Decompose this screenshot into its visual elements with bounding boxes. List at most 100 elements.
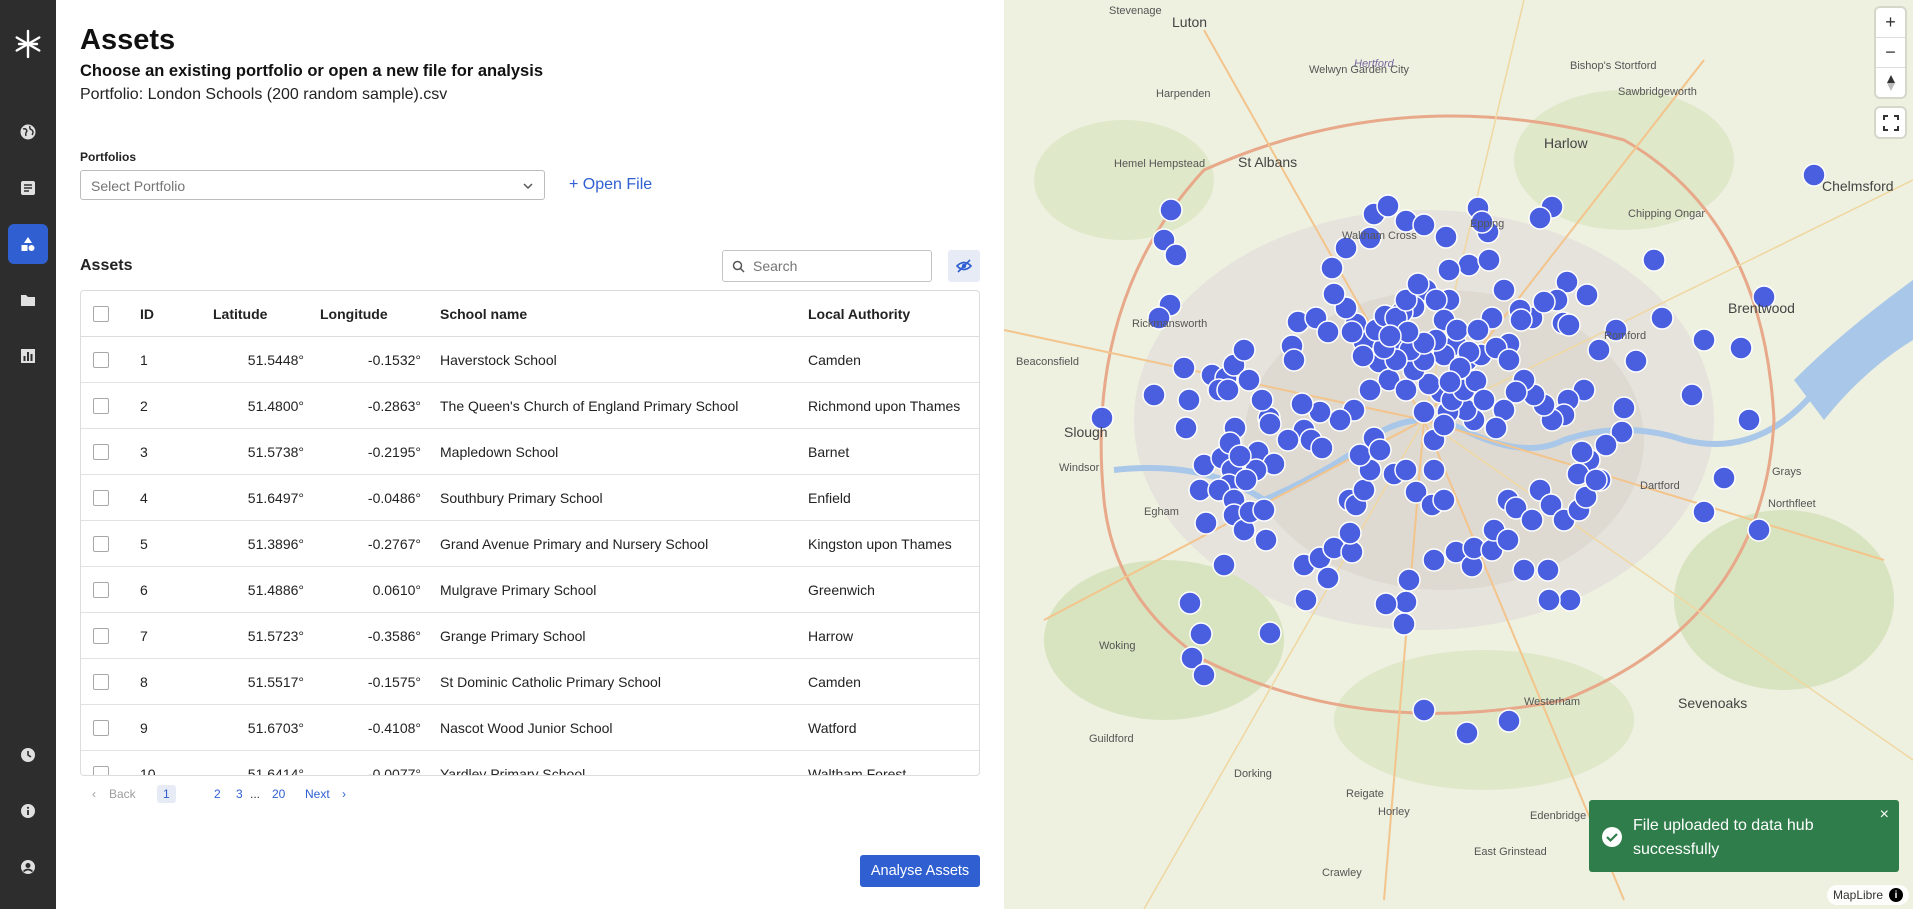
asset-marker[interactable] <box>1254 528 1278 552</box>
asset-marker[interactable] <box>1250 388 1274 412</box>
asset-marker[interactable] <box>1737 408 1761 432</box>
asset-marker[interactable] <box>1192 663 1216 687</box>
asset-marker[interactable] <box>1509 308 1533 332</box>
asset-marker[interactable] <box>1575 283 1599 307</box>
table-row[interactable]: 8 51.5517° -0.1575° St Dominic Catholic Pri… <box>81 658 979 705</box>
table-row[interactable]: 7 51.5723° -0.3586° Grange Primary School Ha… <box>81 612 979 659</box>
fullscreen-button[interactable] <box>1876 108 1905 137</box>
sidebar-item-folder[interactable] <box>8 280 48 320</box>
sidebar-item-analytics[interactable] <box>8 336 48 376</box>
asset-marker[interactable] <box>1455 721 1479 745</box>
asset-marker[interactable] <box>1432 488 1456 512</box>
open-file-link[interactable]: + Open File <box>569 176 652 194</box>
asset-marker[interactable] <box>1594 433 1618 457</box>
asset-marker[interactable] <box>1212 553 1236 577</box>
asset-marker[interactable] <box>1252 498 1276 522</box>
asset-marker[interactable] <box>1457 253 1481 277</box>
asset-marker[interactable] <box>1258 621 1282 645</box>
asset-marker[interactable] <box>1258 412 1282 436</box>
asset-marker[interactable] <box>1194 511 1218 535</box>
asset-marker[interactable] <box>1484 416 1508 440</box>
column-header-local-authority[interactable]: Local Authority <box>807 291 979 337</box>
row-checkbox[interactable] <box>93 444 109 461</box>
asset-marker[interactable] <box>1374 592 1398 616</box>
table-row[interactable]: 10 51.6414° -0.0077° Yardley Primary School… <box>81 751 979 775</box>
asset-marker[interactable] <box>1558 588 1582 612</box>
page-2[interactable]: 2 <box>214 787 221 801</box>
column-header-longitude[interactable]: Longitude <box>304 291 421 337</box>
asset-marker[interactable] <box>1394 378 1418 402</box>
asset-marker[interactable] <box>1712 466 1736 490</box>
asset-marker[interactable] <box>1532 290 1556 314</box>
asset-marker[interactable] <box>1228 444 1252 468</box>
sidebar-item-documents[interactable] <box>8 168 48 208</box>
row-checkbox[interactable] <box>93 766 109 775</box>
asset-marker[interactable] <box>1528 206 1552 230</box>
zoom-in-button[interactable]: + <box>1876 8 1905 38</box>
row-checkbox[interactable] <box>93 720 109 737</box>
asset-marker[interactable] <box>1492 278 1516 302</box>
asset-marker[interactable] <box>1352 478 1376 502</box>
table-row[interactable]: 4 51.6497° -0.0486° Southbury Primary Schoo… <box>81 474 979 521</box>
asset-marker[interactable] <box>1612 396 1636 420</box>
asset-marker[interactable] <box>1178 591 1202 615</box>
asset-marker[interactable] <box>1340 320 1364 344</box>
asset-marker[interactable] <box>1536 558 1560 582</box>
asset-marker[interactable] <box>1557 313 1581 337</box>
asset-marker[interactable] <box>1424 288 1448 312</box>
app-logo-icon[interactable] <box>13 29 43 59</box>
column-header-id[interactable]: ID <box>139 291 213 337</box>
sidebar-item-assets[interactable] <box>8 224 48 264</box>
portfolio-select[interactable]: Select Portfolio <box>80 170 545 200</box>
asset-marker[interactable] <box>1310 436 1334 460</box>
asset-marker[interactable] <box>1642 248 1666 272</box>
asset-marker[interactable] <box>1472 388 1496 412</box>
asset-marker[interactable] <box>1570 440 1594 464</box>
asset-marker[interactable] <box>1376 194 1400 218</box>
asset-marker[interactable] <box>1466 318 1490 342</box>
asset-marker[interactable] <box>1497 709 1521 733</box>
search-input[interactable]: Search <box>722 250 932 282</box>
asset-marker[interactable] <box>1322 282 1346 306</box>
asset-marker[interactable] <box>1397 568 1421 592</box>
asset-marker[interactable] <box>1394 590 1418 614</box>
asset-marker[interactable] <box>1422 548 1446 572</box>
row-checkbox[interactable] <box>93 536 109 553</box>
asset-marker[interactable] <box>1316 566 1340 590</box>
sidebar-item-info[interactable] <box>8 791 48 831</box>
asset-marker[interactable] <box>1432 413 1456 437</box>
asset-marker[interactable] <box>1537 588 1561 612</box>
asset-marker[interactable] <box>1172 356 1196 380</box>
asset-marker[interactable] <box>1164 243 1188 267</box>
asset-markers[interactable] <box>1004 0 1913 909</box>
row-checkbox[interactable] <box>93 490 109 507</box>
asset-marker[interactable] <box>1351 344 1375 368</box>
table-row[interactable]: 2 51.4800° -0.2863° The Queen's Church of E… <box>81 382 979 429</box>
asset-marker[interactable] <box>1445 318 1469 342</box>
table-row[interactable]: 1 51.5448° -0.1532° Haverstock School Camden <box>81 336 979 383</box>
asset-marker[interactable] <box>1159 198 1183 222</box>
asset-marker[interactable] <box>1294 588 1318 612</box>
asset-marker[interactable] <box>1747 518 1771 542</box>
asset-marker[interactable] <box>1587 338 1611 362</box>
asset-marker[interactable] <box>1316 320 1340 344</box>
asset-marker[interactable] <box>1177 388 1201 412</box>
asset-marker[interactable] <box>1422 458 1446 482</box>
zoom-out-button[interactable]: − <box>1876 38 1905 68</box>
asset-marker[interactable] <box>1234 468 1258 492</box>
asset-marker[interactable] <box>1378 324 1402 348</box>
row-checkbox[interactable] <box>93 582 109 599</box>
column-header-latitude[interactable]: Latitude <box>213 291 304 337</box>
row-checkbox[interactable] <box>93 352 109 369</box>
asset-marker[interactable] <box>1237 368 1261 392</box>
row-checkbox[interactable] <box>93 628 109 645</box>
asset-marker[interactable] <box>1406 272 1430 296</box>
sidebar-item-history[interactable] <box>8 735 48 775</box>
asset-marker[interactable] <box>1624 349 1648 373</box>
asset-marker[interactable] <box>1496 528 1520 552</box>
table-row[interactable]: 6 51.4886° 0.0610° Mulgrave Primary School G… <box>81 566 979 613</box>
asset-marker[interactable] <box>1412 400 1436 424</box>
asset-marker[interactable] <box>1174 416 1198 440</box>
asset-marker[interactable] <box>1692 500 1716 524</box>
table-row[interactable]: 3 51.5738° -0.2195° Mapledown School Barnet <box>81 428 979 475</box>
